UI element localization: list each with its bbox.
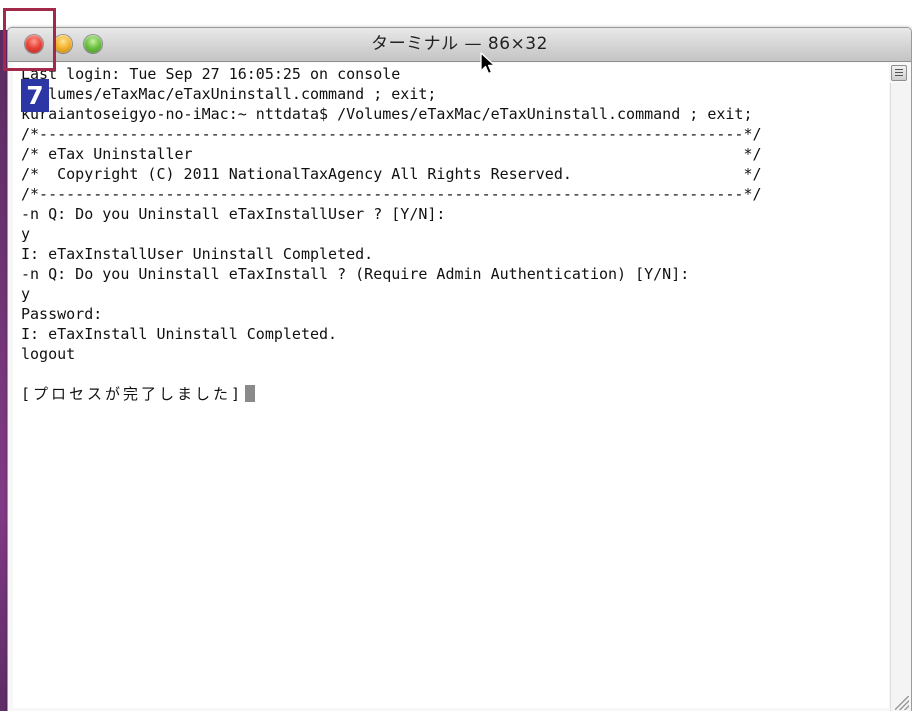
tutorial-highlight-box: [3, 8, 56, 71]
terminal-window: ターミナル — 86×32 Last login: Tue Sep 27 16:…: [7, 27, 912, 711]
terminal-line: logout: [21, 345, 76, 363]
terminal-line: I: eTaxInstallUser Uninstall Completed.: [21, 245, 374, 263]
terminal-line: kuraiantoseigyo-no-iMac:~ nttdata$ /Volu…: [21, 105, 753, 123]
process-completed-text: [プロセスが完了しました]: [21, 385, 244, 403]
terminal-line: /*--------------------------------------…: [21, 185, 762, 203]
step-number-badge: 7: [21, 79, 49, 112]
title-bar[interactable]: ターミナル — 86×32: [8, 28, 911, 62]
terminal-output[interactable]: Last login: Tue Sep 27 16:05:25 on conso…: [13, 63, 889, 708]
mouse-pointer-icon: [480, 52, 496, 75]
desktop: ターミナル — 86×32 Last login: Tue Sep 27 16:…: [0, 0, 912, 711]
resize-grip-icon[interactable]: [895, 696, 909, 710]
terminal-line: /Volumes/eTaxMac/eTaxUninstall.command ;…: [21, 85, 437, 103]
text-cursor: [245, 385, 256, 402]
terminal-line: Last login: Tue Sep 27 16:05:25 on conso…: [21, 65, 401, 83]
terminal-line: /* eTax Uninstaller */: [21, 145, 762, 163]
terminal-prompt-line: [プロセスが完了しました]: [21, 384, 256, 404]
terminal-line: y: [21, 285, 31, 303]
window-title: ターミナル — 86×32: [371, 34, 548, 54]
terminal-line: Password:: [21, 305, 103, 323]
terminal-line: -n Q: Do you Uninstall eTaxInstall ? (Re…: [21, 265, 690, 283]
terminal-line: /*--------------------------------------…: [21, 125, 762, 143]
vertical-scrollbar[interactable]: [890, 83, 911, 711]
terminal-line: /* Copyright (C) 2011 NationalTaxAgency …: [21, 165, 762, 183]
split-pane-icon[interactable]: [891, 65, 907, 81]
terminal-line: y: [21, 225, 31, 243]
terminal-line: I: eTaxInstall Uninstall Completed.: [21, 325, 338, 343]
terminal-line: -n Q: Do you Uninstall eTaxInstallUser ?…: [21, 205, 446, 223]
